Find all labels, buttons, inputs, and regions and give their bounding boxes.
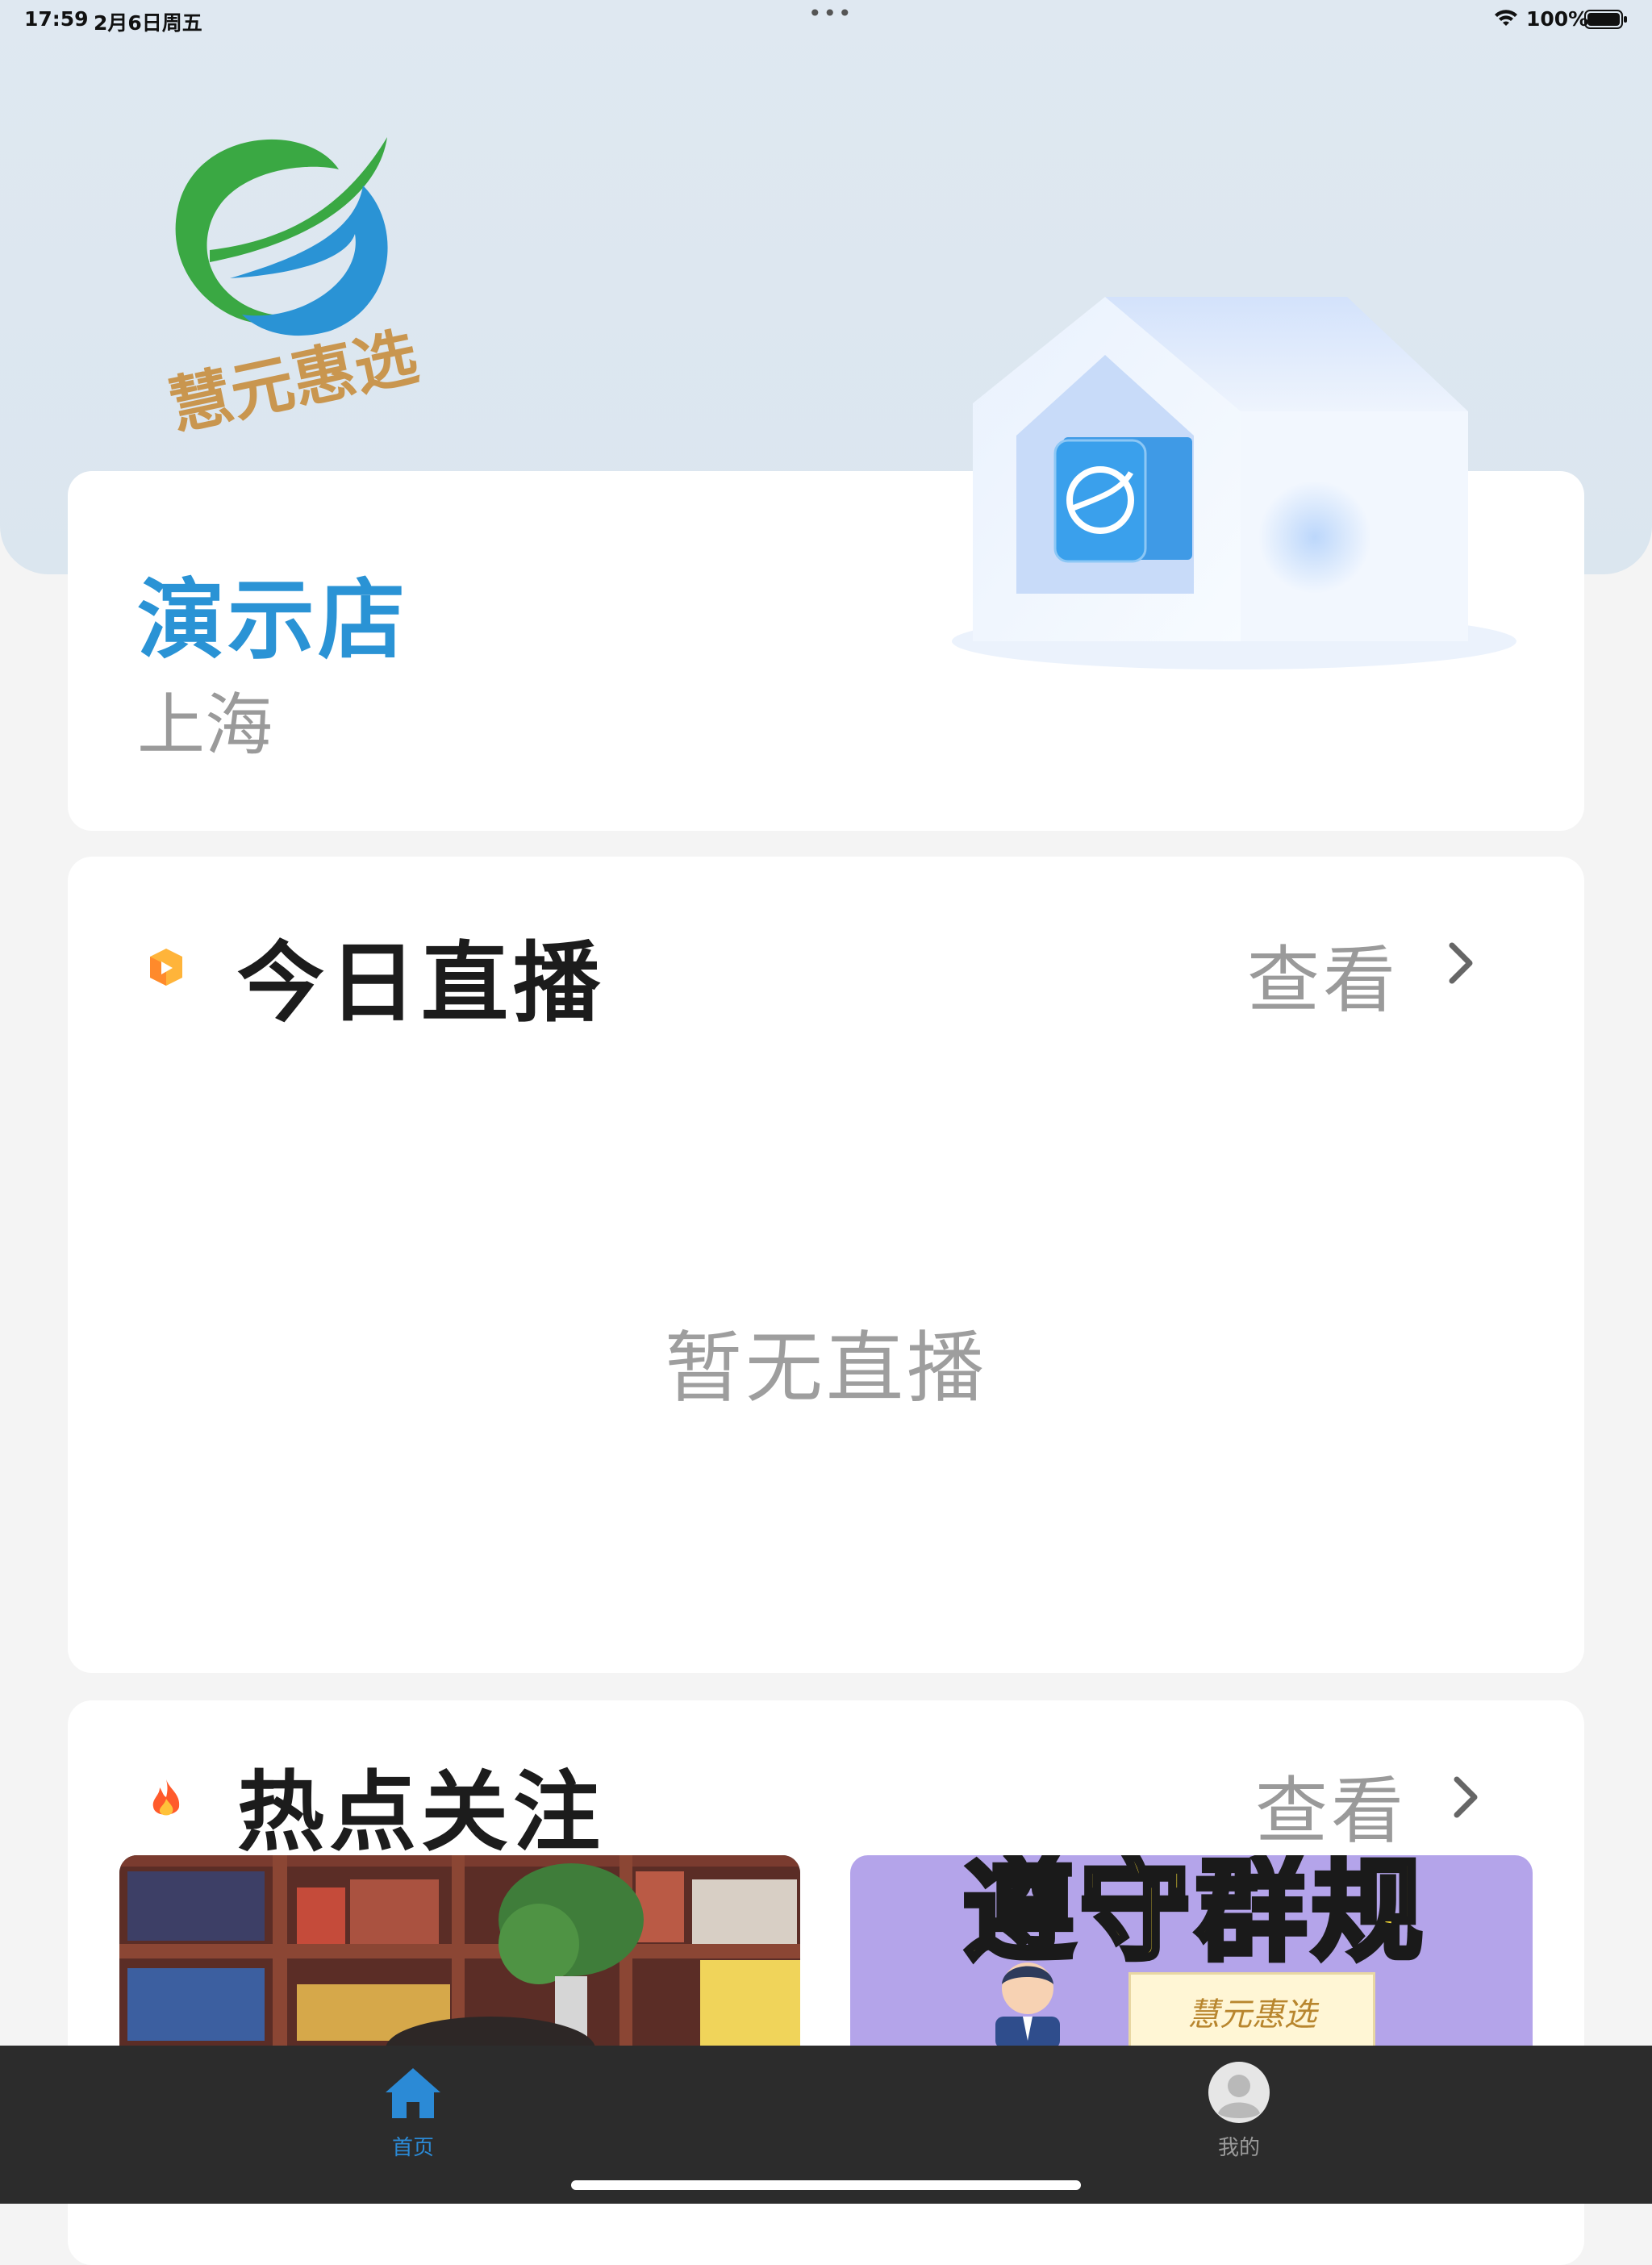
hot-item-thumbnail[interactable] <box>119 1855 800 2049</box>
multitask-dots-icon[interactable]: ••• <box>808 2 853 25</box>
hot-item-thumbnail[interactable]: 遵守群规 慧元惠选 <box>850 1855 1533 2049</box>
live-video-icon <box>150 949 182 986</box>
tab-mine-label: 我的 <box>1217 2136 1260 2160</box>
tab-mine[interactable]: 我的 <box>1118 2046 1360 2167</box>
hot-view-more-link[interactable]: 查看 <box>1255 1752 1407 1857</box>
chevron-right-icon[interactable] <box>1449 1773 1484 1821</box>
store-house-illustration <box>952 297 1516 669</box>
live-section-title: 今日直播 <box>237 933 606 1034</box>
brand-logo: 慧元惠选 <box>163 137 424 444</box>
battery-icon <box>1584 10 1627 29</box>
tab-home[interactable]: 首页 <box>292 2046 534 2167</box>
fire-icon <box>152 1779 180 1816</box>
hot-section-title: 热点关注 <box>237 1762 606 1863</box>
battery-percent: 100% <box>1526 7 1589 31</box>
tab-home-label: 首页 <box>391 2136 434 2160</box>
cartoon-person-image <box>995 1963 1060 2049</box>
svg-text:慧元惠选: 慧元惠选 <box>163 320 424 444</box>
home-indicator[interactable] <box>571 2180 1081 2190</box>
live-section-card: 今日直播 查看 暂无直播 <box>68 857 1584 1673</box>
hot-item-brand-sign: 慧元惠选 <box>1128 1972 1375 2049</box>
user-icon <box>1208 2062 1270 2123</box>
wifi-icon <box>1495 10 1517 26</box>
store-name: 演示店 <box>137 570 409 671</box>
live-empty-text: 暂无直播 <box>665 1323 987 1413</box>
status-time: 17:59 <box>24 7 89 31</box>
status-bar: 17:59 2月6日周五 ••• 100% <box>0 0 1652 39</box>
chevron-right-icon[interactable] <box>1444 939 1479 987</box>
store-city: 上海 <box>137 686 273 765</box>
status-date: 2月6日周五 <box>94 11 202 35</box>
home-icon <box>386 2068 440 2118</box>
brand-logo-text: 慧元惠选 <box>163 320 424 444</box>
hot-item-thumb-text: 遵守群规 <box>961 1855 1429 1976</box>
live-view-more-link[interactable]: 查看 <box>1247 921 1399 1026</box>
office-scene-image <box>119 1855 800 2049</box>
